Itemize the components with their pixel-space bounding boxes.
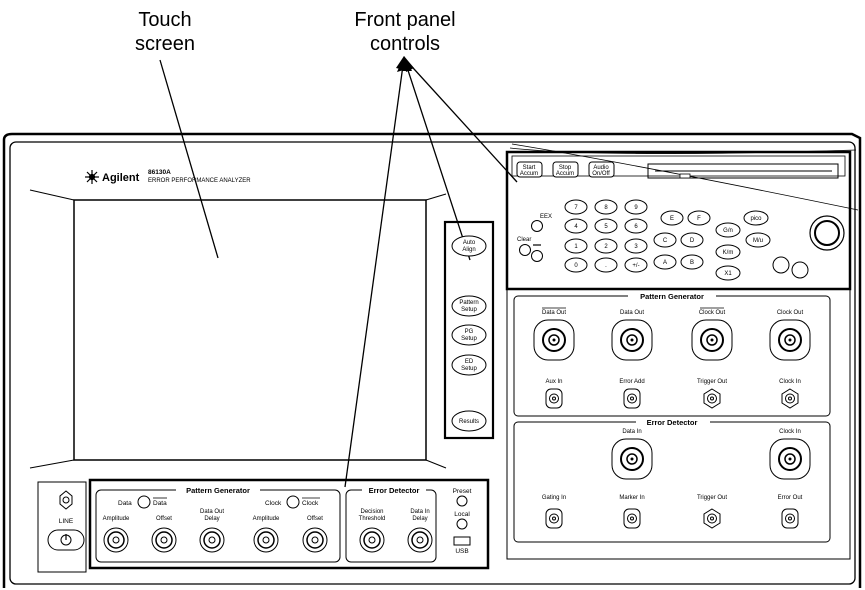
bottom-pg-title: Pattern Generator (186, 486, 250, 495)
pg-small-connector-2[interactable] (703, 388, 721, 409)
usb-label: USB (455, 548, 468, 555)
clock-toggle-label: Clock (265, 500, 282, 507)
hex-key-label-E: E (670, 216, 674, 222)
instrument-diagram: Agilent 86130A ERROR PERFORMANCE ANALYZE… (2, 56, 862, 588)
agilent-logo-icon (85, 170, 99, 184)
ed-setup-button[interactable] (451, 354, 487, 376)
preset-button[interactable] (456, 495, 468, 507)
eex-button[interactable] (531, 220, 543, 232)
knob-label-0: Amplitude (103, 516, 130, 522)
ed-small-connector-2[interactable] (703, 508, 721, 529)
local-label: Local (454, 511, 470, 518)
clock-toggle-button[interactable] (286, 495, 300, 509)
hex-key-label-D: D (690, 238, 695, 244)
unit-key-label-3: pico (750, 216, 762, 222)
bottom-ed-title: Error Detector (369, 486, 420, 495)
data-toggle-label: Data (118, 500, 132, 507)
line-label: LINE (59, 518, 74, 525)
pg-setup-button[interactable] (451, 324, 487, 346)
ed-small-connector-0[interactable] (545, 508, 563, 529)
clear-button[interactable] (519, 244, 531, 256)
knob-label-6: Data In Delay (410, 509, 429, 522)
hex-key-label-F: F (697, 216, 701, 222)
results-label: Results (459, 419, 479, 425)
audio-label: Audio On/Off (592, 165, 610, 177)
preset-label: Preset (453, 488, 472, 495)
pg-connector-label-0: Data Out (542, 310, 566, 316)
ed-connectors: Data In Clock In Gating In Marker In Trigger… (542, 429, 811, 529)
pattern-setup-button[interactable] (451, 295, 487, 317)
bottom-control-bar (88, 478, 490, 570)
keypad-keys: 7 8 94 5 61 2 30. +/-E FC DA BG/nK/mX1picoM/u (564, 199, 771, 281)
ed-panel-title: Error Detector (647, 418, 698, 427)
pg-small-label-2: Trigger Out (697, 379, 727, 385)
pg-connector-label-3: Clock Out (777, 310, 804, 316)
clock-bar-label: Clock (302, 500, 319, 507)
unit-key-label-2: X1 (724, 271, 732, 277)
knob-label-4: Offset (307, 516, 323, 522)
pg-small-connector-1[interactable] (623, 388, 641, 409)
touch-screen-bezel (29, 189, 447, 469)
backspace-button[interactable] (531, 250, 543, 262)
model-description: ERROR PERFORMANCE ANALYZER (148, 178, 251, 184)
auto-align-button[interactable] (451, 235, 487, 257)
hex-key-label-B: B (690, 260, 694, 266)
pg-small-connector-3[interactable] (781, 388, 799, 409)
ed-small-label-0: Gating In (542, 495, 566, 501)
pg-connectors: Data Out Data Out Clock Out Clock Out Aux In… (533, 307, 811, 409)
brand-name: Agilent (102, 172, 140, 184)
hex-key-label-A: A (663, 260, 667, 266)
key-label-11: +/- (632, 263, 639, 269)
pg-small-connector-0[interactable] (545, 388, 563, 409)
pg-small-label-1: Error Add (619, 379, 644, 385)
hex-key-label-C: C (663, 238, 668, 244)
ed-small-connector-3[interactable] (781, 508, 799, 529)
ed-small-label-2: Trigger Out (697, 495, 727, 501)
unit-key-label-1: K/m (723, 250, 734, 256)
ed-small-label-3: Error Out (778, 495, 803, 501)
pg-small-label-3: Clock In (779, 379, 801, 385)
data-bar-label: Data (153, 500, 167, 507)
arrow-right-button[interactable] (791, 261, 809, 279)
knob-label-2: Data Out Delay (200, 509, 224, 522)
ed-connector-label-0: Data In (622, 429, 641, 435)
pg-connector-label-2: Clock Out (699, 310, 726, 316)
data-toggle-button[interactable] (137, 495, 151, 509)
knob-label-3: Amplitude (253, 516, 280, 522)
pg-small-label-0: Aux In (545, 379, 562, 385)
touch-screen[interactable] (73, 199, 427, 461)
clear-label: Clear (517, 237, 531, 243)
unit-key-label-4: M/u (753, 238, 763, 244)
ed-small-label-1: Marker In (619, 495, 644, 501)
pg-panel-title: Pattern Generator (640, 292, 704, 301)
eex-label: EEX (540, 214, 552, 220)
instrument-body (2, 132, 862, 588)
ed-small-connector-1[interactable] (623, 508, 641, 529)
local-button[interactable] (456, 518, 468, 530)
bottom-knobs: Amplitude Offset Data Out Delay Amplitude Off… (103, 509, 433, 553)
usb-port-icon (453, 536, 471, 546)
arrow-left-button[interactable] (772, 256, 790, 274)
unit-key-label-0: G/n (723, 228, 733, 234)
ed-connector-label-1: Clock In (779, 429, 801, 435)
knob-label-1: Offset (156, 516, 172, 522)
auto-align-label: Auto Align (462, 240, 476, 253)
pattern-setup-label: Pattern Setup (459, 300, 478, 313)
knob-label-5: Decision Threshold (359, 509, 386, 522)
pg-connector-label-1: Data Out (620, 310, 644, 316)
model-number: 86130A (148, 169, 171, 176)
